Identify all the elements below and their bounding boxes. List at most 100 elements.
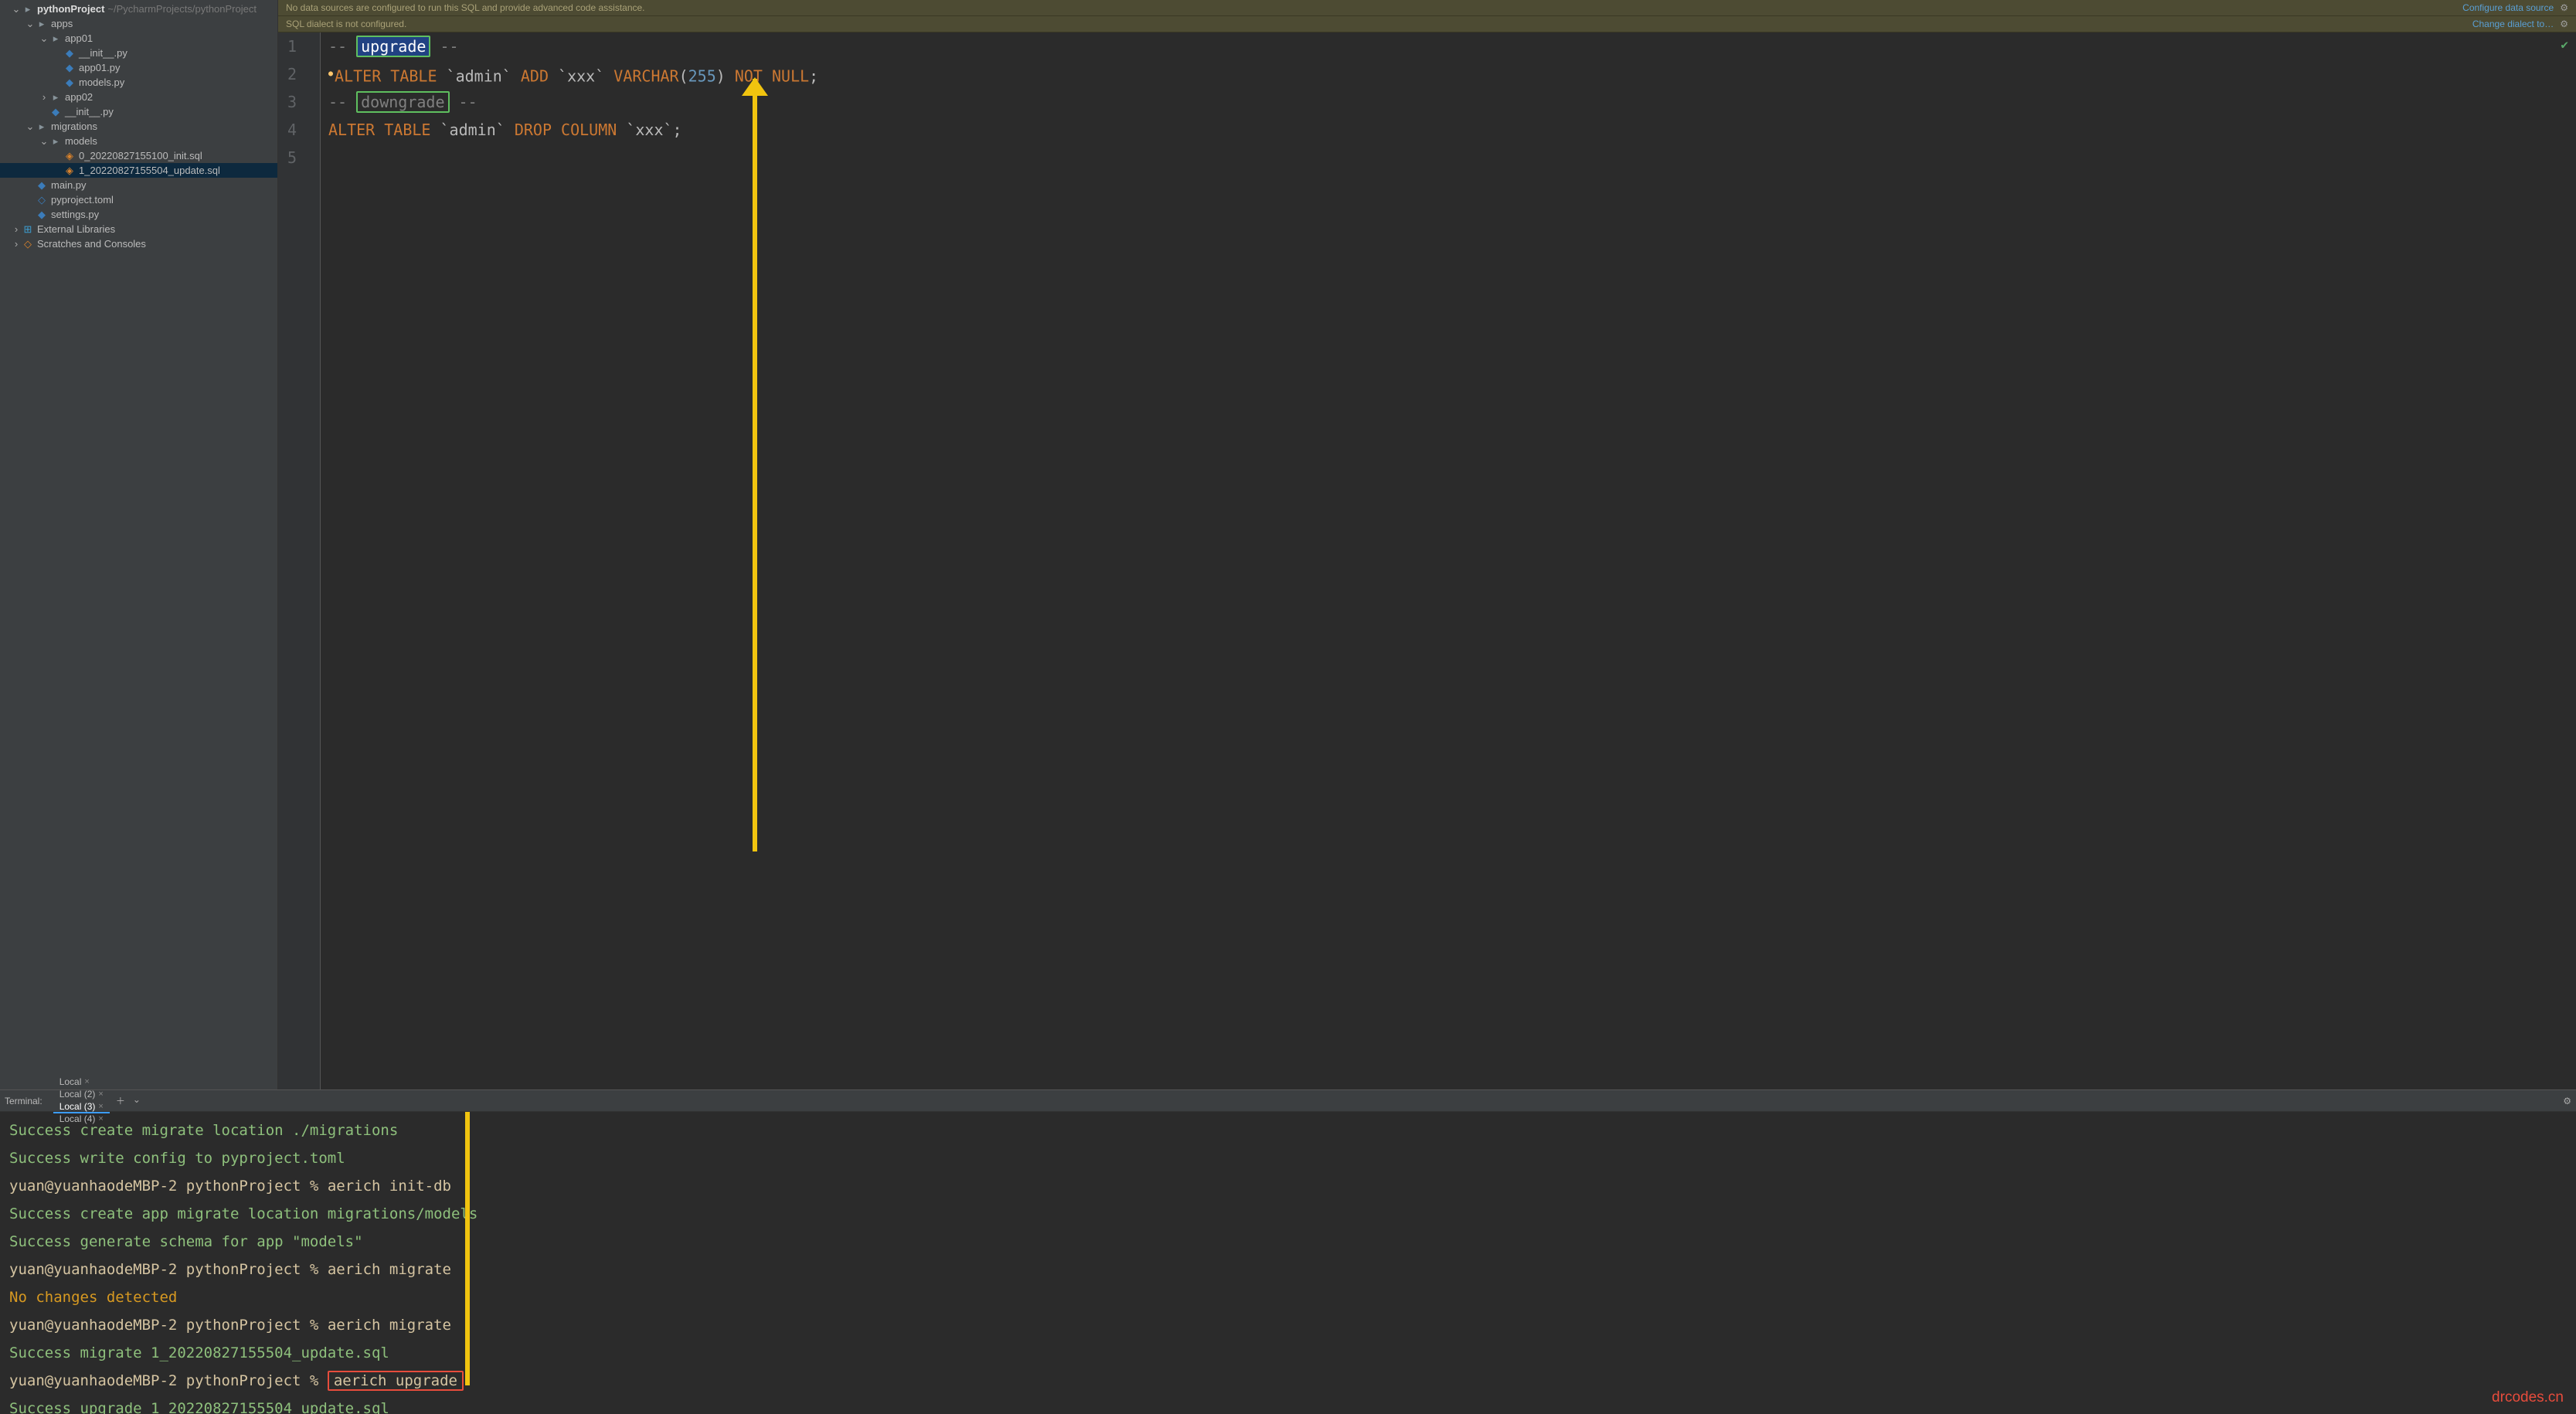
py-icon: ◆ bbox=[63, 47, 76, 59]
tree-label: 0_20220827155100_init.sql bbox=[79, 150, 202, 161]
tree-label: app01.py bbox=[79, 62, 121, 73]
terminal-line: yuan@yuanhaodeMBP-2 pythonProject % aeri… bbox=[9, 1311, 2567, 1339]
scratch-icon: ◇ bbox=[22, 238, 34, 250]
tree-item-pythonproject[interactable]: ⌄▸pythonProject ~/PycharmProjects/python… bbox=[0, 2, 277, 16]
folder-icon: ▸ bbox=[36, 18, 48, 30]
tree-item-app01[interactable]: ⌄▸app01 bbox=[0, 31, 277, 46]
terminal-new-tab-icon[interactable]: ＋ bbox=[116, 1094, 125, 1107]
banner-link[interactable]: Change dialect to… bbox=[2472, 19, 2554, 29]
code-line[interactable]: -- upgrade -- bbox=[328, 32, 2576, 60]
tree-label: pythonProject bbox=[37, 3, 104, 15]
tree-label: apps bbox=[51, 18, 73, 29]
terminal-line: yuan@yuanhaodeMBP-2 pythonProject % aeri… bbox=[9, 1172, 2567, 1200]
py-icon: ◆ bbox=[49, 106, 62, 118]
terminal-line: yuan@yuanhaodeMBP-2 pythonProject % aeri… bbox=[9, 1367, 2567, 1395]
folder-icon: ▸ bbox=[49, 32, 62, 45]
tree-label: __init__.py bbox=[65, 106, 114, 117]
tree-item-1-20220827155504-update-sql[interactable]: ◈1_20220827155504_update.sql bbox=[0, 163, 277, 178]
terminal-line: Success migrate 1_20220827155504_update.… bbox=[9, 1339, 2567, 1367]
terminal-line: Success upgrade 1_20220827155504_update.… bbox=[9, 1395, 2567, 1414]
folder-icon: ▸ bbox=[49, 91, 62, 104]
chevron-icon[interactable]: ⌄ bbox=[39, 135, 49, 148]
code-line[interactable]: -- downgrade -- bbox=[328, 88, 2576, 116]
tree-item---init---py[interactable]: ◆__init__.py bbox=[0, 46, 277, 60]
terminal-panel: Terminal: Local×Local (2)×Local (3)×Loca… bbox=[0, 1089, 2576, 1414]
tree-label: settings.py bbox=[51, 209, 99, 220]
tree-label: __init__.py bbox=[79, 47, 127, 59]
chevron-icon[interactable]: ⌄ bbox=[39, 32, 49, 45]
tree-item-main-py[interactable]: ◆main.py bbox=[0, 178, 277, 192]
tree-item-app01-py[interactable]: ◆app01.py bbox=[0, 60, 277, 75]
tree-item-0-20220827155100-init-sql[interactable]: ◈0_20220827155100_init.sql bbox=[0, 148, 277, 163]
editor-banner: SQL dialect is not configured. Change dia… bbox=[278, 16, 2576, 32]
py-icon: ◆ bbox=[36, 209, 48, 221]
sql-icon: ◈ bbox=[63, 165, 76, 177]
tree-label: app02 bbox=[65, 91, 93, 103]
tree-item-pyproject-toml[interactable]: ◇pyproject.toml bbox=[0, 192, 277, 207]
tree-item-external-libraries[interactable]: ›⊞External Libraries bbox=[0, 222, 277, 236]
folder-icon: ▸ bbox=[22, 3, 34, 15]
lib-icon: ⊞ bbox=[22, 223, 34, 236]
terminal-header: Terminal: Local×Local (2)×Local (3)×Loca… bbox=[0, 1090, 2576, 1112]
py-icon: ◆ bbox=[36, 179, 48, 192]
tree-item-models[interactable]: ⌄▸models bbox=[0, 134, 277, 148]
chevron-icon[interactable]: › bbox=[39, 91, 49, 103]
chevron-icon[interactable]: ⌄ bbox=[11, 3, 22, 15]
close-icon[interactable]: × bbox=[84, 1077, 89, 1086]
code-line[interactable]: ALTER TABLE `admin` DROP COLUMN `xxx`; bbox=[328, 116, 2576, 144]
py-icon: ◆ bbox=[63, 76, 76, 89]
gear-icon[interactable]: ⚙ bbox=[2560, 2, 2568, 13]
close-icon[interactable]: × bbox=[98, 1089, 103, 1099]
terminal-line: No changes detected bbox=[9, 1283, 2567, 1311]
tree-label: main.py bbox=[51, 179, 87, 191]
tree-label: app01 bbox=[65, 32, 93, 44]
tree-item-migrations[interactable]: ⌄▸migrations bbox=[0, 119, 277, 134]
terminal-settings-icon[interactable]: ⚙ bbox=[2563, 1096, 2571, 1106]
banner-link[interactable]: Configure data source bbox=[2462, 2, 2554, 13]
tree-item---init---py[interactable]: ◆__init__.py bbox=[0, 104, 277, 119]
terminal-dropdown-icon[interactable]: ⌄ bbox=[133, 1094, 141, 1107]
tree-item-settings-py[interactable]: ◆settings.py bbox=[0, 207, 277, 222]
tree-label: models bbox=[65, 135, 97, 147]
terminal-line: Success write config to pyproject.toml bbox=[9, 1144, 2567, 1172]
sql-icon: ◈ bbox=[63, 150, 76, 162]
editor-banner: No data sources are configured to run th… bbox=[278, 0, 2576, 16]
tree-item-scratches-and-consoles[interactable]: ›◇Scratches and Consoles bbox=[0, 236, 277, 251]
folder-icon: ▸ bbox=[49, 135, 62, 148]
tree-label: migrations bbox=[51, 121, 97, 132]
chevron-icon[interactable]: ⌄ bbox=[25, 121, 36, 133]
gutter: 12345 bbox=[278, 32, 321, 1089]
project-tree-panel[interactable]: ⌄▸pythonProject ~/PycharmProjects/python… bbox=[0, 0, 278, 1089]
close-icon[interactable]: × bbox=[98, 1102, 103, 1111]
terminal-line: Success create app migrate location migr… bbox=[9, 1200, 2567, 1228]
code-editor[interactable]: ✔ 12345 -- upgrade --●ALTER TABLE `admin… bbox=[278, 32, 2576, 1089]
terminal-tab[interactable]: Local× bbox=[53, 1076, 110, 1089]
tree-item-models-py[interactable]: ◆models.py bbox=[0, 75, 277, 90]
tree-label: models.py bbox=[79, 76, 124, 88]
gear-icon[interactable]: ⚙ bbox=[2560, 19, 2568, 29]
chevron-icon[interactable]: ⌄ bbox=[25, 18, 36, 30]
watermark: drcodes.cn bbox=[2492, 1389, 2564, 1406]
tree-label: 1_20220827155504_update.sql bbox=[79, 165, 220, 176]
terminal-tab[interactable]: Local (2)× bbox=[53, 1089, 110, 1101]
terminal-line: Success create migrate location ./migrat… bbox=[9, 1117, 2567, 1144]
terminal-title: Terminal: bbox=[5, 1096, 42, 1106]
banner-text: No data sources are configured to run th… bbox=[286, 2, 645, 13]
terminal-line: yuan@yuanhaodeMBP-2 pythonProject % aeri… bbox=[9, 1256, 2567, 1283]
tree-item-apps[interactable]: ⌄▸apps bbox=[0, 16, 277, 31]
py-icon: ◆ bbox=[63, 62, 76, 74]
folder-icon: ▸ bbox=[36, 121, 48, 133]
tree-label: External Libraries bbox=[37, 223, 115, 235]
tree-label: Scratches and Consoles bbox=[37, 238, 146, 250]
terminal-line: Success generate schema for app "models" bbox=[9, 1228, 2567, 1256]
code-line[interactable]: ●ALTER TABLE `admin` ADD `xxx` VARCHAR(2… bbox=[328, 60, 2576, 88]
toml-icon: ◇ bbox=[36, 194, 48, 206]
tree-label: pyproject.toml bbox=[51, 194, 114, 206]
banner-text: SQL dialect is not configured. bbox=[286, 19, 406, 29]
tree-item-app02[interactable]: ›▸app02 bbox=[0, 90, 277, 104]
code-line[interactable] bbox=[328, 144, 2576, 172]
editor-area: No data sources are configured to run th… bbox=[278, 0, 2576, 1089]
chevron-icon[interactable]: › bbox=[11, 238, 22, 250]
terminal-output[interactable]: Success create migrate location ./migrat… bbox=[0, 1112, 2576, 1414]
chevron-icon[interactable]: › bbox=[11, 223, 22, 235]
